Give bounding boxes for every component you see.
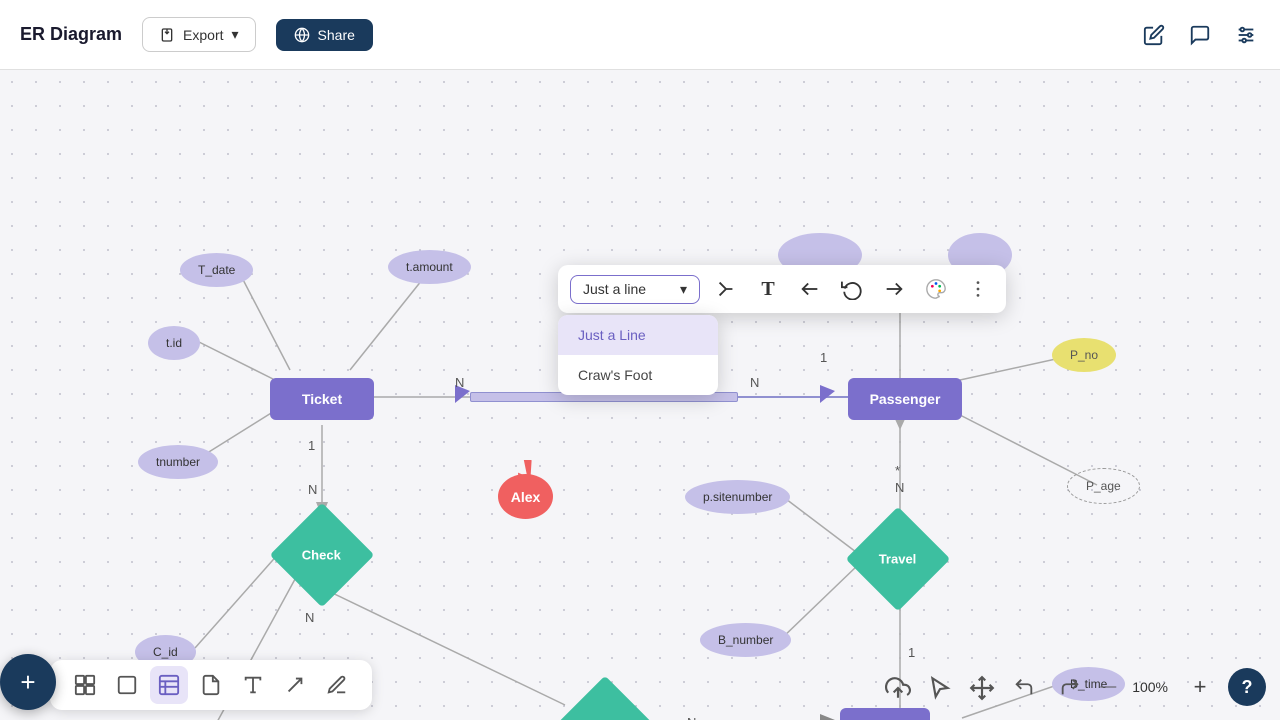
label-n-check: N — [308, 482, 317, 497]
node-t-id[interactable]: t.id — [148, 326, 200, 360]
node-b-number[interactable]: B_number — [700, 623, 791, 657]
node-ticket[interactable]: Ticket — [270, 378, 374, 420]
move-icon[interactable] — [964, 670, 1000, 706]
fab-add-button[interactable]: + — [0, 654, 56, 710]
bottom-toolbar — [50, 660, 372, 710]
export-button[interactable]: Export ▾ — [142, 17, 256, 52]
node-bus[interactable]: Bus — [840, 708, 930, 720]
redo-button[interactable] — [1052, 669, 1088, 705]
connector-tool-btn[interactable] — [710, 273, 742, 305]
page-title: ER Diagram — [20, 24, 122, 45]
comment-icon[interactable] — [1186, 21, 1214, 49]
refresh-btn[interactable] — [836, 273, 868, 305]
diagram-canvas[interactable]: T_date t.amount t.id tnumber Ticket Pass… — [0, 70, 1280, 720]
zoom-level-label: 100% — [1128, 679, 1172, 695]
edit-icon[interactable] — [1140, 21, 1168, 49]
frame-tool-btn[interactable] — [108, 666, 146, 704]
layers-tool-btn[interactable] — [66, 666, 104, 704]
alex-annotation: Alex — [498, 474, 553, 519]
globe-icon — [294, 27, 310, 43]
dropdown-item-craws-foot[interactable]: Craw's Foot — [558, 355, 718, 395]
settings-icon[interactable] — [1232, 21, 1260, 49]
node-p-age[interactable]: P_age — [1067, 468, 1140, 504]
node-have[interactable]: Have — [565, 688, 645, 720]
node-t-date[interactable]: T_date — [180, 253, 253, 287]
header: ER Diagram Export ▾ Share — [0, 0, 1280, 70]
label-n-have-bus: N — [687, 715, 696, 720]
floating-toolbar: Just a line ▾ T — [558, 265, 1006, 313]
more-options-btn[interactable] — [962, 273, 994, 305]
marker-tool-btn[interactable] — [318, 666, 356, 704]
line-type-dropdown[interactable]: Just a line ▾ — [570, 275, 700, 304]
zoom-separator: — — [1098, 678, 1118, 696]
node-passenger[interactable]: Passenger — [848, 378, 962, 420]
node-check[interactable]: Check — [282, 515, 362, 595]
text-tool-btn-bottom[interactable] — [234, 666, 272, 704]
export-icon — [159, 27, 175, 43]
header-right — [1140, 21, 1260, 49]
arrow-left-btn[interactable] — [794, 273, 826, 305]
node-p-no[interactable]: P_no — [1052, 338, 1116, 372]
node-p-sitenumber[interactable]: p.sitenumber — [685, 480, 790, 514]
label-1-passenger: 1 — [820, 350, 827, 365]
share-button[interactable]: Share — [276, 19, 373, 51]
node-tnumber[interactable]: tnumber — [138, 445, 218, 479]
arrow-right-btn[interactable] — [878, 273, 910, 305]
node-t-amount[interactable]: t.amount — [388, 250, 471, 284]
text-tool-btn[interactable]: T — [752, 273, 784, 305]
label-1-check: 1 — [308, 438, 315, 453]
undo-button[interactable] — [1006, 669, 1042, 705]
dropdown-item-just-a-line[interactable]: Just a Line — [558, 315, 718, 355]
help-button[interactable]: ? — [1228, 668, 1266, 706]
label-n-have: N — [305, 610, 314, 625]
zoom-in-button[interactable]: + — [1182, 669, 1218, 705]
line-tool-btn[interactable] — [276, 666, 314, 704]
header-left: ER Diagram Export ▾ Share — [20, 17, 373, 52]
sticky-tool-btn[interactable] — [192, 666, 230, 704]
label-n-passenger: N — [750, 375, 759, 390]
cloud-upload-icon[interactable] — [880, 670, 916, 706]
label-star-travel: * — [895, 463, 900, 478]
label-n-travel: N — [895, 480, 904, 495]
zoom-controls: — 100% + ? — [1006, 668, 1266, 706]
label-1-bus: 1 — [908, 645, 915, 660]
bottom-right-actions — [880, 670, 1000, 706]
table-tool-btn[interactable] — [150, 666, 188, 704]
line-type-dropdown-menu: Just a Line Craw's Foot — [558, 315, 718, 395]
label-n-ticket: N — [455, 375, 464, 390]
node-travel[interactable]: Travel — [858, 519, 938, 599]
cursor-icon[interactable] — [922, 670, 958, 706]
palette-btn[interactable] — [920, 273, 952, 305]
